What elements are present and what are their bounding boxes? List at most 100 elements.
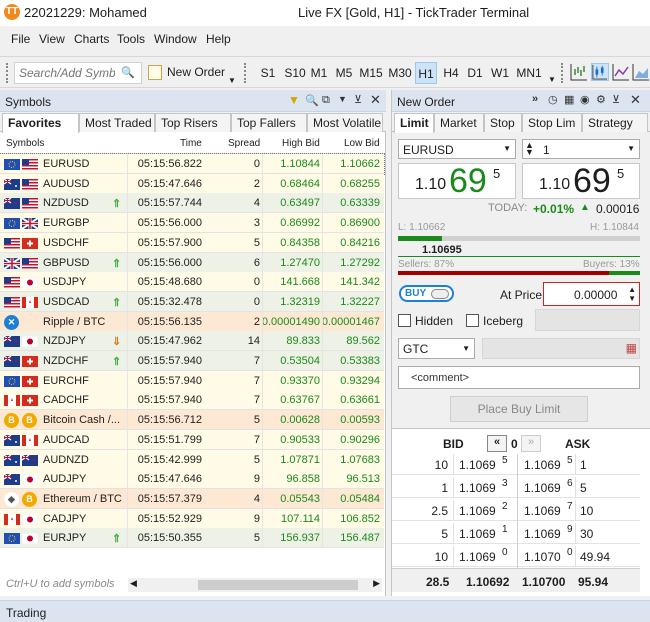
candlestick-chart-icon[interactable] xyxy=(591,63,609,81)
toolbar-grip-2[interactable] xyxy=(244,63,247,83)
tab-most-traded[interactable]: Most Traded xyxy=(79,113,155,132)
symbol-row[interactable]: GBPUSD ⇑ 05:15:56.000 6 1.27470 1.27292 xyxy=(0,252,384,273)
dropdown-icon[interactable]: ▼ xyxy=(338,94,347,104)
symbol-row[interactable]: EURCHF 05:15:57.940 7 0.93370 0.93294 xyxy=(0,370,384,391)
ask-price-button[interactable]: 1.10 69 5 xyxy=(522,162,640,200)
scroll-left-icon[interactable]: ◀ xyxy=(130,578,137,589)
order-book-row[interactable]: 2.5 1.1069 2 1.1069 7 10 xyxy=(392,500,640,521)
comment-input[interactable]: <comment> xyxy=(398,366,640,389)
timeframe-m1[interactable]: M1 xyxy=(308,62,330,84)
search-icon[interactable]: 🔍 xyxy=(305,94,319,107)
tab-top-fallers[interactable]: Top Fallers xyxy=(231,113,307,132)
pin-icon[interactable]: ⊻ xyxy=(354,93,362,106)
buy-sell-toggle[interactable]: BUY xyxy=(399,285,454,302)
tab-limit[interactable]: Limit xyxy=(394,113,434,133)
tab-market[interactable]: Market xyxy=(434,113,484,132)
toolbar-grip[interactable] xyxy=(6,63,9,83)
search-icon[interactable]: 🔍 xyxy=(121,66,135,79)
chevron-down-icon[interactable]: ▼ xyxy=(548,75,556,84)
line-chart-icon[interactable] xyxy=(612,63,630,81)
quantity-stepper[interactable]: ▲ ▼ 1 ▼ xyxy=(522,139,640,159)
horizontal-scrollbar[interactable]: ◀ ▶ xyxy=(128,578,382,592)
search-input[interactable] xyxy=(15,63,115,83)
iceberg-volume-input[interactable] xyxy=(535,309,640,331)
order-book-row[interactable]: 5 1.1069 1 1.1069 9 30 xyxy=(392,523,640,544)
menu-charts[interactable]: Charts xyxy=(74,32,109,46)
symbol-row[interactable]: USDJPY 05:15:48.680 0 141.668 141.342 xyxy=(0,272,384,293)
symbol-row[interactable]: USDCAD ⇑ 05:15:32.478 0 1.32319 1.32227 xyxy=(0,291,384,312)
symbol-row[interactable]: NZDJPY ⇓ 05:15:47.962 14 89.833 89.562 xyxy=(0,331,384,352)
timeframe-m15[interactable]: M15 xyxy=(357,62,385,84)
iceberg-checkbox[interactable] xyxy=(466,314,479,327)
close-icon[interactable]: ✕ xyxy=(630,92,641,108)
expiry-date-input[interactable]: ▦ xyxy=(482,338,640,359)
timeframe-w1[interactable]: W1 xyxy=(489,62,511,84)
filter-icon[interactable]: ▼ xyxy=(288,93,300,107)
depth-increase-button[interactable]: » xyxy=(521,435,541,452)
gear-icon[interactable]: ⚙ xyxy=(596,93,606,106)
symbol-row[interactable]: USDCHF 05:15:57.900 5 0.84358 0.84216 xyxy=(0,232,384,253)
symbol-row[interactable]: EURJPY ⇑ 05:15:50.355 5 156.937 156.487 xyxy=(0,528,384,549)
tab-strategy[interactable]: Strategy xyxy=(582,113,648,132)
symbol-row[interactable]: NZDCHF ⇑ 05:15:57.940 7 0.53504 0.53383 xyxy=(0,351,384,371)
menu-file[interactable]: File xyxy=(11,32,30,46)
symbol-row[interactable]: ✕ Ripple / BTC 05:15:56.135 2 0.00001490 0.00… xyxy=(0,311,384,332)
col-high-bid[interactable]: High Bid xyxy=(282,138,320,149)
expiry-select[interactable]: GTC ▼ xyxy=(398,338,475,359)
timeframe-s10[interactable]: S10 xyxy=(282,62,308,84)
col-spread[interactable]: Spread xyxy=(228,138,260,149)
symbol-row[interactable]: AUDUSD 05:15:47.646 2 0.68464 0.68255 xyxy=(0,173,384,194)
scroll-right-icon[interactable]: ▶ xyxy=(373,578,380,589)
symbol-row[interactable]: CADCHF 05:15:57.940 7 0.63767 0.63661 xyxy=(0,390,384,411)
tab-most-volatile[interactable]: Most Volatile xyxy=(307,113,383,132)
calculator-icon[interactable]: ▦ xyxy=(564,93,574,106)
timeframe-m5[interactable]: M5 xyxy=(333,62,355,84)
timeframe-m30[interactable]: M30 xyxy=(386,62,414,84)
menu-window[interactable]: Window xyxy=(154,32,197,46)
menu-help[interactable]: Help xyxy=(206,32,231,46)
pin-icon[interactable]: ⊻ xyxy=(612,93,620,106)
calendar-icon[interactable]: ▦ xyxy=(626,341,637,355)
tab-stop[interactable]: Stop xyxy=(484,113,522,132)
symbol-row[interactable]: CADJPY 05:15:52.929 9 107.114 106.852 xyxy=(0,508,384,529)
menu-view[interactable]: View xyxy=(39,32,65,46)
close-icon[interactable]: ✕ xyxy=(370,92,381,108)
symbol-row[interactable]: EURUSD 05:15:56.822 0 1.10844 1.10662 xyxy=(0,153,385,175)
scrollbar-thumb[interactable] xyxy=(198,580,358,590)
timeframe-h1[interactable]: H1 xyxy=(415,62,437,84)
col-symbols[interactable]: Symbols xyxy=(6,138,44,149)
symbol-row[interactable]: NZDUSD ⇑ 05:15:57.744 4 0.63497 0.63339 xyxy=(0,193,384,214)
order-book-row[interactable]: 10 1.1069 0 1.1070 0 49.94 xyxy=(392,546,640,567)
restore-icon[interactable]: ⧉ xyxy=(322,94,330,107)
tab-favorites[interactable]: Favorites xyxy=(2,113,79,133)
col-time[interactable]: Time xyxy=(180,138,202,149)
expand-icon[interactable]: » xyxy=(532,93,538,105)
col-low-bid[interactable]: Low Bid xyxy=(344,138,380,149)
bar-chart-icon[interactable] xyxy=(570,63,588,81)
timeframe-h4[interactable]: H4 xyxy=(440,62,462,84)
chevron-down-icon[interactable]: ▼ xyxy=(627,144,635,153)
symbol-select[interactable]: EURUSD ▼ xyxy=(398,139,516,159)
toolbar-grip-3[interactable] xyxy=(561,63,564,83)
symbol-search[interactable]: 🔍 xyxy=(14,62,142,84)
globe-icon[interactable]: ◉ xyxy=(580,93,590,106)
timeframe-mn1[interactable]: MN1 xyxy=(514,62,544,84)
timeframe-d1[interactable]: D1 xyxy=(465,62,485,84)
timeframe-s1[interactable]: S1 xyxy=(256,62,280,84)
bid-price-button[interactable]: 1.10 69 5 xyxy=(398,162,516,200)
place-buy-limit-button[interactable]: Place Buy Limit xyxy=(450,396,588,422)
stepper-arrows-icon[interactable]: ▲ ▼ xyxy=(628,285,636,303)
at-price-input[interactable]: 0.00000 ▲ ▼ xyxy=(543,282,640,306)
symbol-row[interactable]: EURGBP 05:15:56.000 3 0.86992 0.86900 xyxy=(0,213,384,234)
tab-top-risers[interactable]: Top Risers xyxy=(155,113,231,132)
symbol-row[interactable]: AUDJPY 05:15:47.646 9 96.858 96.513 xyxy=(0,469,384,490)
symbol-row[interactable]: ◆ B Ethereum / BTC 05:15:57.379 4 0.05543 0.05… xyxy=(0,488,384,509)
tab-stop-limit[interactable]: Stop Lim xyxy=(522,113,582,132)
hidden-checkbox[interactable] xyxy=(398,314,411,327)
symbol-row[interactable]: AUDCAD 05:15:51.799 7 0.90533 0.90296 xyxy=(0,429,384,450)
new-order-button[interactable]: New Order ▼ xyxy=(148,62,236,85)
depth-decrease-button[interactable]: « xyxy=(487,435,507,452)
chevron-down-icon[interactable]: ▼ xyxy=(228,76,236,85)
area-chart-icon[interactable] xyxy=(632,63,650,81)
order-book-row[interactable]: 1 1.1069 3 1.1069 6 5 xyxy=(392,477,640,498)
